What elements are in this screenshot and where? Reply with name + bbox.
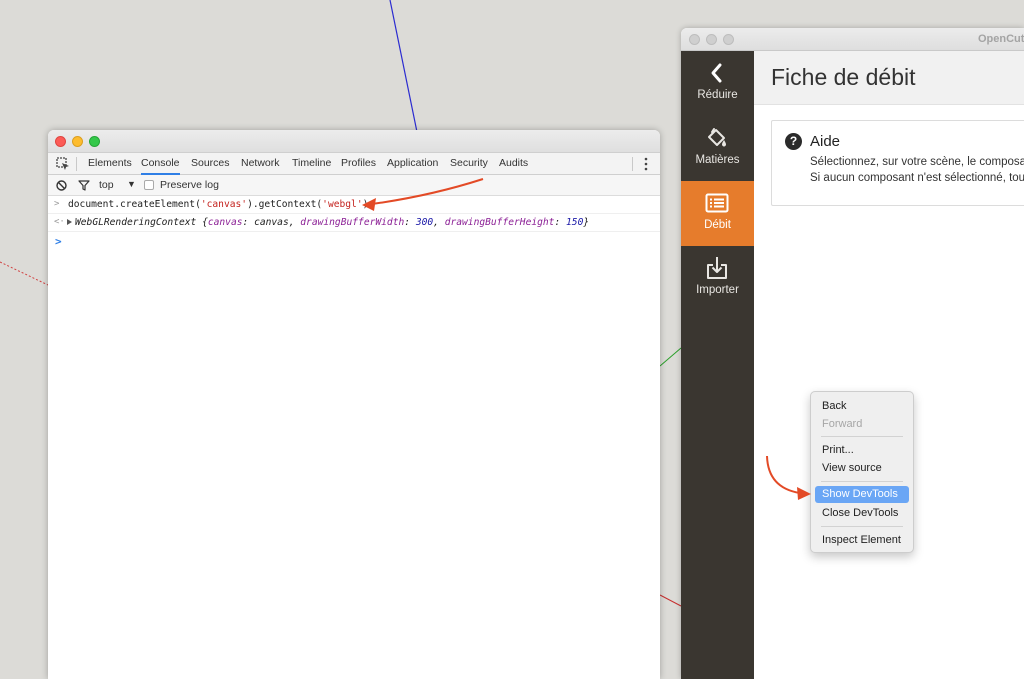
chevron-left-icon: [711, 63, 722, 83]
zoom-window-button[interactable]: [89, 136, 100, 147]
devtools-window: Elements Console Sources Network Timelin…: [48, 130, 660, 679]
question-icon: ?: [785, 133, 802, 150]
sidebar-item-label: Importer: [696, 284, 739, 296]
tab-profiles[interactable]: Profiles: [341, 153, 376, 174]
menu-item-view-source[interactable]: View source: [815, 460, 909, 477]
opencut-window: OpenCut Réduire Matières Débit Importer …: [681, 28, 1024, 679]
console-result[interactable]: WebGLRenderingContext {canvas: canvas, d…: [67, 217, 589, 228]
sidebar-item-label: Débit: [704, 219, 731, 231]
toolbar-divider: [632, 157, 633, 171]
sidebar-item-matieres[interactable]: Matières: [681, 116, 754, 181]
sidebar-item-importer[interactable]: Importer: [681, 246, 754, 311]
chevron-down-icon[interactable]: ▼: [127, 179, 136, 189]
tab-application[interactable]: Application: [387, 153, 438, 174]
console-input-line: > document.createElement('canvas').getCo…: [48, 196, 660, 214]
toolbar-divider: [76, 157, 77, 171]
menu-item-back[interactable]: Back: [815, 398, 909, 415]
green-axis-line: [659, 347, 682, 367]
page-header: Fiche de débit: [754, 51, 1024, 105]
list-icon: [705, 193, 729, 213]
console-toolbar: top ▼ Preserve log: [48, 175, 660, 196]
opencut-main-panel: Fiche de débit ? Aide Sélectionnez, sur …: [754, 51, 1024, 679]
console-result-line: <· WebGLRenderingContext {canvas: canvas…: [48, 214, 660, 232]
help-title: Aide: [810, 133, 841, 150]
preserve-log-label: Preserve log: [160, 179, 219, 191]
close-window-button[interactable]: [689, 34, 700, 45]
tab-elements[interactable]: Elements: [88, 153, 132, 174]
preserve-log-checkbox[interactable]: [144, 180, 154, 190]
tab-security[interactable]: Security: [450, 153, 488, 174]
page-title: Fiche de débit: [771, 64, 916, 90]
execution-context-select[interactable]: top: [99, 179, 114, 191]
console-prompt[interactable]: >: [55, 235, 62, 248]
close-window-button[interactable]: [55, 136, 66, 147]
blue-axis-line: [389, 0, 418, 133]
inspect-element-icon[interactable]: [56, 157, 70, 171]
devtools-tab-bar: Elements Console Sources Network Timelin…: [48, 153, 660, 175]
expand-triangle-icon[interactable]: [67, 219, 72, 225]
tab-timeline[interactable]: Timeline: [292, 153, 331, 174]
more-options-icon[interactable]: [644, 157, 648, 171]
help-text-line-2: Si aucun composant n'est sélectionné, to…: [810, 172, 1024, 184]
sidebar-item-label: Matières: [695, 154, 740, 166]
input-prefix: >: [54, 199, 60, 209]
opencut-titlebar: OpenCut: [681, 28, 1024, 51]
menu-item-forward: Forward: [822, 418, 863, 430]
opencut-sidebar: Réduire Matières Débit Importer: [681, 51, 754, 679]
tab-audits[interactable]: Audits: [499, 153, 528, 174]
red-axis-dotted-line: [0, 261, 49, 286]
sidebar-item-label: Réduire: [697, 89, 738, 101]
tab-network[interactable]: Network: [241, 153, 280, 174]
help-panel: ? Aide Sélectionnez, sur votre scène, le…: [771, 120, 1024, 206]
menu-separator: [821, 436, 903, 437]
menu-item-print[interactable]: Print...: [815, 442, 909, 459]
devtools-titlebar: [48, 130, 660, 153]
menu-item-close-devtools[interactable]: Close DevTools: [815, 505, 909, 522]
minimize-window-button[interactable]: [706, 34, 717, 45]
help-text-line-1: Sélectionnez, sur votre scène, le compos…: [810, 156, 1024, 168]
minimize-window-button[interactable]: [72, 136, 83, 147]
zoom-window-button[interactable]: [723, 34, 734, 45]
output-prefix: <·: [54, 217, 65, 227]
import-icon: [707, 257, 727, 279]
red-axis-line: [659, 594, 682, 607]
clear-console-icon[interactable]: [56, 180, 67, 191]
filter-icon[interactable]: [78, 180, 90, 191]
opencut-window-title: OpenCut: [978, 33, 1024, 45]
menu-item-show-devtools[interactable]: Show DevTools: [815, 486, 909, 503]
paint-bucket-icon: [708, 128, 726, 147]
menu-separator: [821, 526, 903, 527]
context-menu: Back Forward Print... View source Show D…: [810, 391, 914, 553]
menu-separator: [821, 481, 903, 482]
console-command: document.createElement('canvas').getCont…: [68, 199, 375, 210]
sidebar-item-reduire[interactable]: Réduire: [681, 51, 754, 116]
menu-item-inspect-element[interactable]: Inspect Element: [815, 532, 909, 549]
tab-console[interactable]: Console: [141, 153, 180, 175]
sidebar-item-debit[interactable]: Débit: [681, 181, 754, 246]
tab-sources[interactable]: Sources: [191, 153, 230, 174]
